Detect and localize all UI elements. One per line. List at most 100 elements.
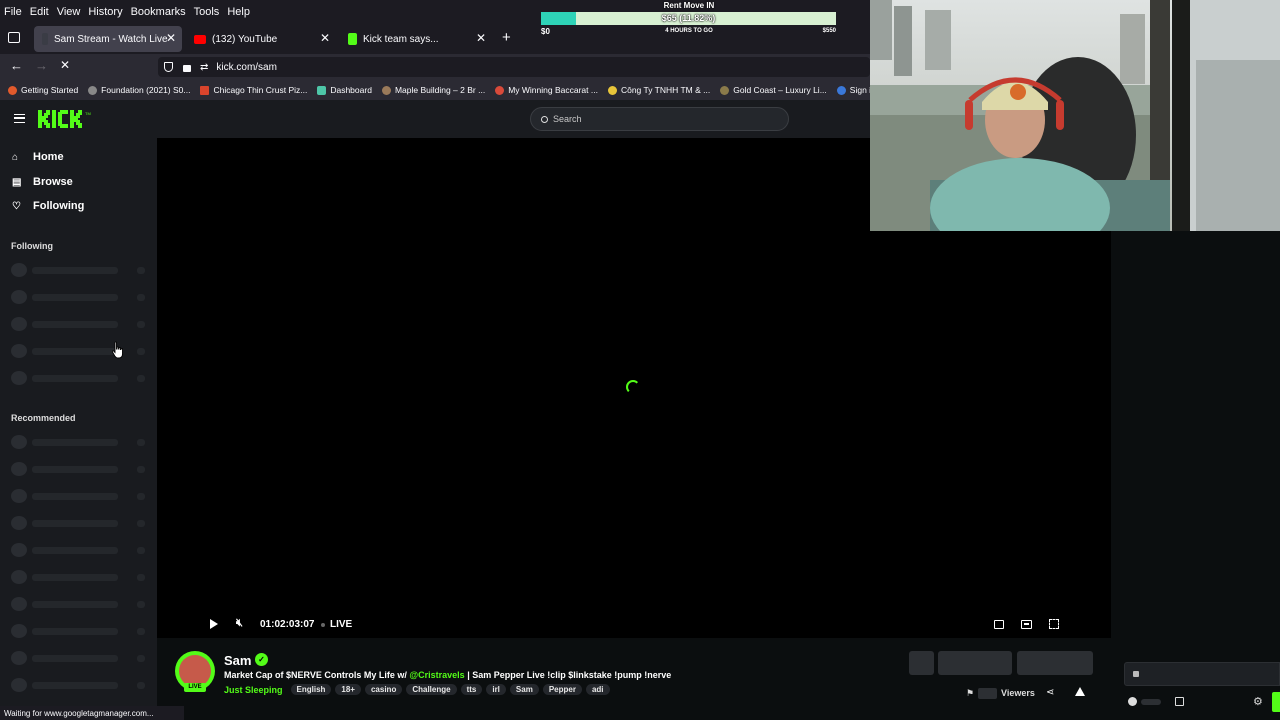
goal-time-left: 4 HOURS TO GO [665, 28, 713, 34]
live-indicator[interactable]: LIVE [330, 619, 352, 630]
following-section-label: Following [11, 241, 53, 251]
play-icon[interactable] [210, 619, 218, 629]
theater-mode-icon[interactable] [994, 620, 1004, 629]
forward-icon[interactable]: → [35, 58, 48, 73]
goal-progress-track: $65 (11.82%) [541, 12, 836, 25]
channel-placeholder [11, 462, 151, 476]
fullscreen-icon[interactable] [1049, 619, 1059, 629]
tab-title: Sam Stream - Watch Live on Ki [54, 33, 169, 45]
stop-loading-icon[interactable]: ✕ [60, 58, 70, 72]
bookmark-cong-ty[interactable]: Công Ty TNHH TM & ... [607, 85, 710, 95]
home-icon: ⌂ [12, 151, 19, 163]
sidebar-item-home[interactable]: ⌂ Home [12, 151, 64, 163]
menu-history[interactable]: History [88, 6, 122, 18]
recommended-section-label: Recommended [11, 413, 76, 423]
sidebar: ⌂ Home ▤ Browse ♡ Following Following Recom… [0, 138, 157, 720]
tab-title: (132) YouTube [212, 33, 278, 45]
bookmark-getting-started[interactable]: Getting Started [8, 85, 78, 95]
tag-chip[interactable]: Sam [509, 684, 539, 695]
bookmark-dashboard[interactable]: Dashboard [317, 85, 372, 95]
tag-row: Just Sleeping English 18+ casino Challen… [224, 684, 614, 695]
goal-overlay: Rent Move IN $65 (11.82%) $0 4 HOURS TO … [540, 0, 838, 40]
bookmark-icon [607, 85, 617, 95]
bookmark-baccarat[interactable]: My Winning Baccarat ... [495, 85, 598, 95]
channel-placeholder [11, 543, 151, 557]
channel-placeholder [11, 570, 151, 584]
permissions-icon[interactable]: ⇄ [200, 62, 208, 73]
user-points-icon[interactable] [1128, 697, 1137, 706]
channel-placeholder [11, 371, 151, 385]
bookmark-icon [836, 85, 846, 95]
tab-overview-icon[interactable] [8, 32, 20, 43]
tag-chip[interactable]: casino [364, 684, 403, 695]
tab-title: Kick team says... [363, 33, 439, 45]
menu-bookmarks[interactable]: Bookmarks [131, 6, 186, 18]
lock-icon[interactable] [183, 65, 191, 72]
bookmark-icon [317, 85, 327, 95]
sidebar-item-following[interactable]: ♡ Following [12, 200, 84, 212]
bookmark-gold-coast[interactable]: Gold Coast – Luxury Li... [720, 85, 827, 95]
new-tab-icon[interactable]: + [502, 29, 511, 46]
close-tab-icon[interactable]: ✕ [476, 31, 486, 45]
close-tab-icon[interactable]: ✕ [320, 31, 330, 45]
tag-chip[interactable]: tts [460, 684, 483, 695]
tab-youtube[interactable]: (132) YouTube ✕ [186, 26, 336, 52]
subscribe-button-placeholder[interactable] [938, 651, 1012, 675]
url-bar[interactable]: ⇄ kick.com/sam [158, 57, 870, 77]
tag-chip[interactable]: adi [585, 684, 610, 695]
menu-edit[interactable]: Edit [30, 6, 49, 18]
settings-gear-icon[interactable]: ⚙ [1253, 695, 1263, 708]
tag-chip[interactable]: irl [486, 684, 506, 695]
tab-sam-stream[interactable]: Sam Stream - Watch Live on Ki ✕ [34, 26, 182, 52]
shield-icon[interactable] [164, 62, 173, 72]
close-tab-icon[interactable]: ✕ [166, 31, 176, 45]
browse-icon: ▤ [12, 176, 22, 188]
category-link[interactable]: Just Sleeping [224, 685, 283, 695]
firefox-icon [8, 85, 17, 95]
miniplayer-icon[interactable] [1021, 620, 1032, 629]
tag-chip[interactable]: 18+ [335, 684, 361, 695]
search-icon [541, 115, 548, 123]
channel-placeholder [11, 435, 151, 449]
menu-help[interactable]: Help [227, 6, 250, 18]
kick-logo[interactable]: TM [38, 110, 98, 128]
chat-input-locked[interactable] [1124, 662, 1280, 686]
back-icon[interactable]: ← [10, 58, 23, 73]
share-icon[interactable]: ⋖ [1046, 687, 1054, 698]
send-button[interactable] [1272, 692, 1280, 712]
menu-view[interactable]: View [57, 6, 81, 18]
channel-placeholder [11, 516, 151, 530]
report-icon[interactable] [1075, 687, 1085, 696]
verified-icon: ✓ [255, 653, 268, 666]
mute-icon[interactable]: 🔇︎ [236, 617, 243, 630]
bookmark-icon [495, 85, 505, 95]
channel-placeholder [11, 678, 151, 692]
bookmark-icon [720, 85, 730, 95]
tab-kick-team[interactable]: Kick team says... ✕ [340, 26, 492, 52]
menu-file[interactable]: File [4, 6, 22, 18]
hand-cursor-icon [111, 341, 123, 359]
browser-status-bar: Waiting for www.googletagmanager.com... [0, 706, 184, 720]
hamburger-menu-icon[interactable] [14, 114, 25, 123]
search-input[interactable]: Search [530, 107, 789, 131]
bookmark-foundation[interactable]: Foundation (2021) S0... [88, 85, 190, 95]
tag-chip[interactable]: English [290, 684, 332, 695]
bookmark-icon [200, 85, 210, 95]
store-icon[interactable] [1175, 697, 1184, 706]
tag-chip[interactable]: Challenge [406, 684, 457, 695]
gift-button-placeholder[interactable] [909, 651, 934, 675]
url-text[interactable]: kick.com/sam [216, 62, 277, 73]
follow-button-placeholder[interactable] [1017, 651, 1093, 675]
bookmark-maple-building[interactable]: Maple Building – 2 Br ... [381, 85, 485, 95]
lock-icon [1133, 671, 1139, 677]
bookmark-chicago-pizza[interactable]: Chicago Thin Crust Piz... [200, 85, 307, 95]
sidebar-item-browse[interactable]: ▤ Browse [12, 176, 73, 188]
streamer-name[interactable]: Sam [224, 653, 251, 668]
tag-chip[interactable]: Pepper [542, 684, 582, 695]
kick-favicon-icon [42, 33, 48, 45]
channel-placeholder [11, 489, 151, 503]
viewer-count-placeholder [978, 688, 997, 699]
menu-tools[interactable]: Tools [194, 6, 220, 18]
youtube-favicon-icon [194, 34, 206, 44]
mention-link[interactable]: @Cristravels [409, 670, 464, 680]
